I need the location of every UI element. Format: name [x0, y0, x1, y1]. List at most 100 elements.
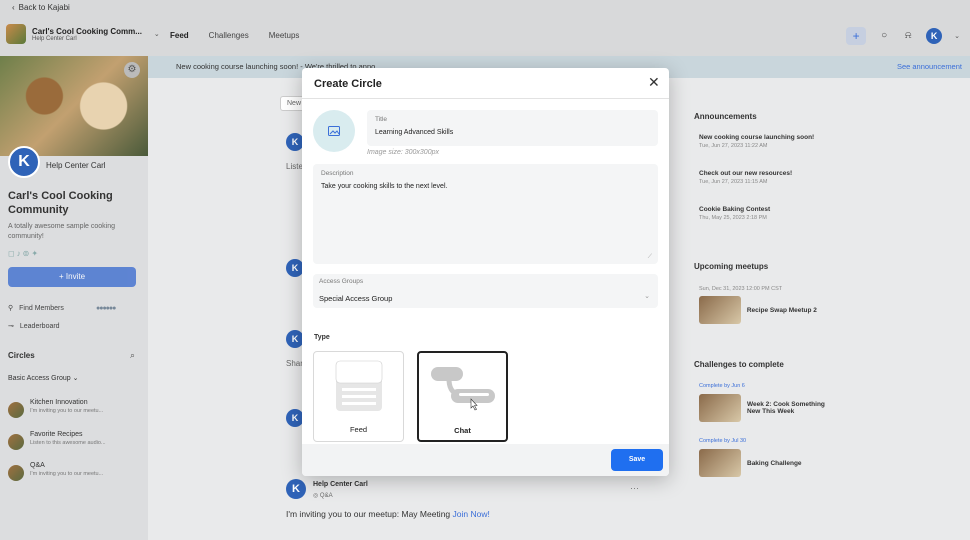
announcement-date: Thu, May 25, 2023 2:18 PM [699, 215, 767, 221]
back-link-label: Back to Kajabi [18, 3, 70, 12]
resize-handle-icon[interactable]: ⟋ [648, 254, 652, 261]
title-field-value: Learning Advanced Skills [375, 129, 454, 136]
image-size-hint: Image size: 300x300px [367, 149, 439, 156]
challenges-heading: Challenges to complete [694, 360, 784, 369]
title-field-label: Title [375, 116, 388, 123]
community-owner: Help Center Carl [32, 35, 77, 42]
circle-avatar [8, 402, 24, 418]
chevron-down-icon[interactable]: ⌄ [954, 32, 960, 40]
announcement-item[interactable]: Cookie Baking Contest Thu, May 25, 2023 … [699, 206, 770, 221]
community-avatar [6, 24, 26, 44]
community-name: Carl's Cool Cooking Comm... [32, 26, 142, 36]
chevron-down-icon: ⌄ [153, 31, 160, 38]
top-icons: + ○ ⍾ K ⌄ [846, 27, 960, 45]
post-circle: ◎ Q&A [313, 492, 333, 499]
description-field[interactable]: Description Take your cooking skills to … [313, 164, 658, 264]
save-button[interactable]: Save [611, 449, 663, 471]
host-name: Help Center Carl [46, 161, 106, 170]
back-link[interactable]: ‹ Back to Kajabi [12, 3, 70, 12]
community-title: Carl's Cool Cooking Community [8, 190, 113, 216]
challenge-title: Week 2: Cook Something New This Week [747, 401, 825, 415]
tab-challenges[interactable]: Challenges [209, 31, 249, 40]
challenge-item[interactable]: Complete by Jun 6 Week 2: Cook Something… [699, 381, 837, 422]
divider [302, 98, 669, 99]
challenge-due: Complete by Jul 30 [699, 438, 747, 444]
add-button[interactable]: + [846, 27, 867, 45]
more-icon[interactable]: ··· [630, 483, 639, 493]
invite-label: Invite [65, 272, 86, 281]
access-groups-value: Special Access Group [319, 294, 393, 303]
announcement-title: Cookie Baking Contest [699, 206, 771, 213]
meetup-thumbnail [699, 296, 741, 324]
invite-button[interactable]: + Invite [8, 267, 136, 287]
type-option-chat[interactable]: Chat [417, 351, 508, 442]
chevron-down-icon: ⌄ [72, 375, 79, 382]
community-selector[interactable]: Carl's Cool Cooking Comm... Help Center … [6, 24, 160, 44]
circle-item[interactable]: Favorite Recipes Listen to this awesome … [8, 431, 106, 450]
challenge-due: Complete by Jun 6 [699, 383, 745, 389]
access-groups-select[interactable]: Access Groups Special Access Group ⌄ [313, 274, 658, 308]
circle-item[interactable]: Kitchen Innovation I'm inviting you to o… [8, 399, 103, 418]
see-announcement-link[interactable]: See announcement [897, 56, 962, 78]
meetup-title: Recipe Swap Meetup 2 [746, 306, 817, 314]
social-icons[interactable]: ◻♪⊚✦ [8, 249, 40, 258]
avatar[interactable]: K [926, 28, 943, 44]
feed-option-label: Feed [349, 425, 368, 434]
gear-icon[interactable]: ⚙ [124, 62, 140, 78]
chat-icon [431, 367, 495, 411]
circle-name: Q&A [30, 462, 45, 469]
challenge-title: Baking Challenge [747, 459, 802, 467]
modal-title: Create Circle [314, 78, 382, 90]
post-body: I'm inviting you to our meetup: May Meet… [286, 509, 490, 519]
chevron-down-icon: ⌄ [644, 293, 650, 300]
circle-preview: Listen to this awesome audio... [30, 440, 106, 446]
circle-preview: I'm inviting you to our meetu... [30, 408, 104, 414]
modal-footer: Save [302, 444, 669, 476]
leaderboard-label: Leaderboard [19, 322, 60, 330]
member-avatars: ●●●●●● [96, 305, 116, 312]
community-description: A totally awesome sample cooking communi… [8, 223, 115, 240]
type-option-feed[interactable]: Feed [313, 351, 404, 442]
plus-icon: + [58, 272, 66, 281]
meetup-date: Sun, Dec 31, 2023 12:00 PM CST [699, 286, 783, 292]
circle-name: Kitchen Innovation [30, 399, 88, 406]
bell-icon[interactable]: ⍾ [902, 30, 914, 42]
meetups-heading: Upcoming meetups [694, 262, 769, 271]
post-author[interactable]: Help Center Carl [313, 481, 368, 488]
tab-feed[interactable]: Feed [170, 31, 189, 40]
announcements-heading: Announcements [694, 112, 757, 121]
search-icon[interactable]: ⌕ [130, 350, 135, 361]
title-field[interactable]: Title Learning Advanced Skills [367, 110, 658, 146]
host-avatar[interactable]: K [8, 146, 40, 178]
find-members-label: Find Members [19, 304, 64, 312]
description-label: Description [321, 170, 354, 177]
join-now-link[interactable]: Join Now! [453, 509, 490, 519]
members-icon: ⚲ [8, 305, 14, 312]
close-icon[interactable]: ✕ [648, 74, 660, 91]
announcement-item[interactable]: Check out our new resources! Tue, Jun 27… [699, 170, 792, 185]
nav-tabs: Feed Challenges Meetups [170, 31, 299, 40]
chat-option-label: Chat [454, 426, 471, 435]
announcement-date: Tue, Jun 27, 2023 11:15 AM [699, 179, 768, 185]
circle-icon: ◎ [313, 493, 320, 499]
leaderboard-link[interactable]: ⊸ Leaderboard [8, 322, 60, 331]
group-select[interactable]: Basic Access Group ⌄ [8, 374, 78, 382]
image-upload[interactable] [313, 110, 355, 152]
group-select-label: Basic Access Group [8, 375, 71, 382]
circle-preview: I'm inviting you to our meetu... [30, 471, 104, 477]
announcement-date: Tue, Jun 27, 2023 11:22 AM [699, 143, 768, 149]
type-label: Type [314, 334, 330, 341]
challenge-item[interactable]: Complete by Jul 30 Baking Challenge [699, 436, 802, 477]
meetup-item[interactable]: Sun, Dec 31, 2023 12:00 PM CST Recipe Sw… [699, 284, 817, 324]
circle-item[interactable]: Q&A I'm inviting you to our meetu... [8, 462, 103, 481]
challenge-thumbnail [699, 449, 741, 477]
find-members-link[interactable]: ⚲ Find Members [8, 304, 64, 313]
tab-meetups[interactable]: Meetups [269, 31, 300, 40]
access-groups-label: Access Groups [319, 278, 364, 285]
post-avatar[interactable]: K [286, 479, 306, 499]
image-icon [328, 126, 340, 136]
announcement-item[interactable]: New cooking course launching soon! Tue, … [699, 134, 814, 149]
host-row: K Help Center Carl [8, 146, 106, 178]
create-circle-modal: Create Circle ✕ Title Learning Advanced … [302, 68, 669, 476]
search-icon[interactable]: ○ [878, 30, 890, 42]
